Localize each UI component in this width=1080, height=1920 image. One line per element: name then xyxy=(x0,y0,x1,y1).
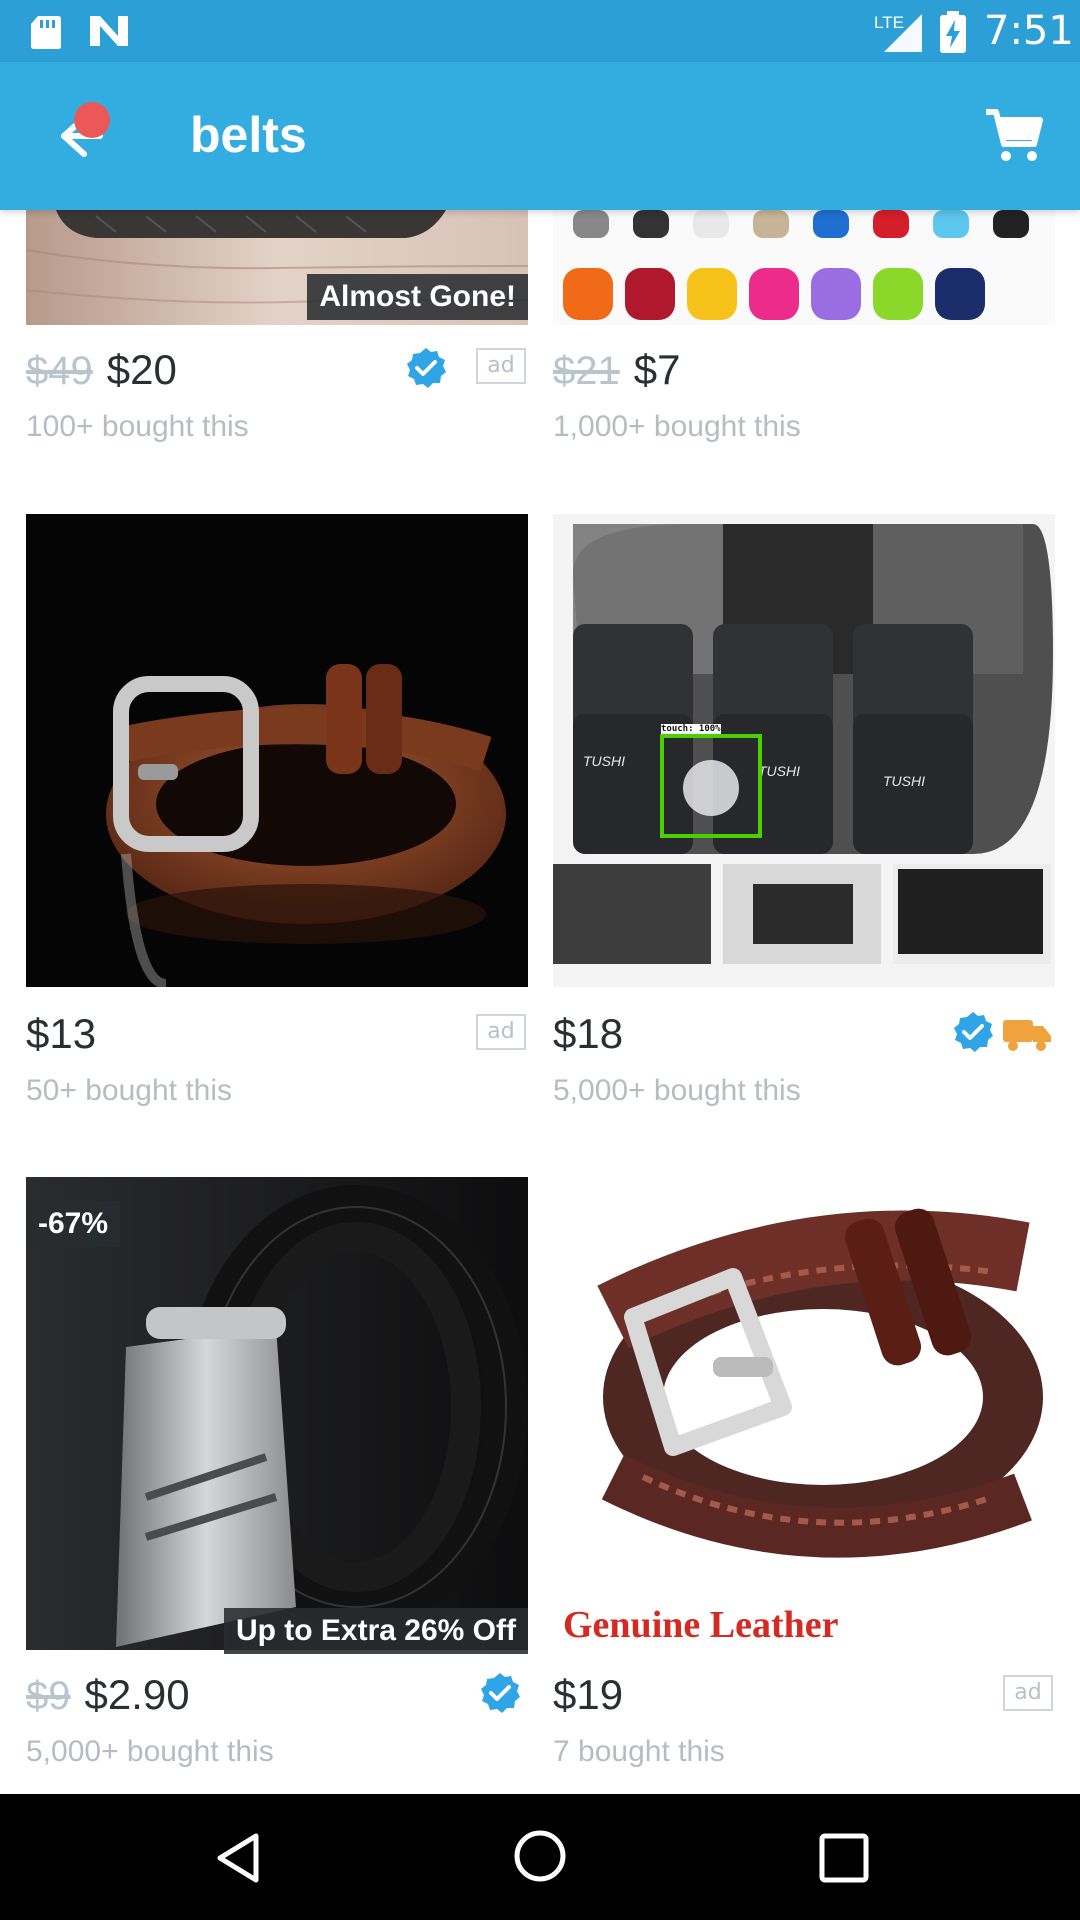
system-nav-bar xyxy=(0,1794,1080,1920)
original-price: $49 xyxy=(26,349,93,393)
price-row: $19 xyxy=(553,1671,1055,1727)
status-clock: 7:51 xyxy=(984,8,1074,54)
signal-lte-icon: LTE xyxy=(874,13,922,52)
notification-dot xyxy=(74,102,110,138)
product-image[interactable]: TUSHI TUSHI TUSHI xyxy=(553,514,1055,987)
shopping-cart-icon[interactable] xyxy=(984,106,1044,166)
product-image[interactable]: Genuine Leather xyxy=(553,1177,1055,1650)
genuine-leather-caption: Genuine Leather xyxy=(563,1604,839,1646)
ad-badge: ad xyxy=(476,1014,526,1050)
sale-price: $2.90 xyxy=(84,1671,190,1718)
price: $19 xyxy=(553,1671,624,1718)
touch-indicator-label: touch: 100% xyxy=(661,724,721,734)
product-grid[interactable]: Almost Gone! $49 $20 ad 100+ bought this xyxy=(0,210,1080,1794)
almost-gone-tag: Almost Gone! xyxy=(307,274,528,320)
nav-recents-icon[interactable] xyxy=(816,1830,872,1886)
notification-n-icon xyxy=(90,16,128,46)
original-price: $9 xyxy=(26,1674,71,1718)
nav-back-icon[interactable] xyxy=(210,1830,266,1886)
ad-badge: ad xyxy=(476,348,526,384)
bought-count: 100+ bought this xyxy=(26,410,249,443)
bought-count: 7 bought this xyxy=(553,1735,725,1768)
sale-price: $7 xyxy=(633,346,681,393)
status-bar: LTE 7:51 xyxy=(0,0,1080,62)
bought-count: 1,000+ bought this xyxy=(553,410,801,443)
discount-badge: -67% xyxy=(26,1201,121,1247)
nav-home-icon[interactable] xyxy=(512,1828,568,1884)
ad-badge: ad xyxy=(1003,1675,1053,1711)
brand-text: TUSHI xyxy=(883,773,925,789)
page-title: belts xyxy=(190,107,307,163)
battery-charging-icon xyxy=(940,11,966,53)
svg-text:LTE: LTE xyxy=(874,13,904,32)
verified-badge-icon xyxy=(407,348,446,388)
extra-off-tag: Up to Extra 26% Off xyxy=(223,1608,528,1654)
product-image[interactable] xyxy=(26,514,528,987)
sale-price: $20 xyxy=(106,346,177,393)
verified-badge-icon xyxy=(954,1012,993,1052)
verified-badge-icon xyxy=(481,1673,520,1713)
price-row: $49 $20 xyxy=(26,346,528,402)
app-bar: belts xyxy=(0,62,1080,210)
price: $13 xyxy=(26,1010,97,1057)
bought-count: 5,000+ bought this xyxy=(26,1735,274,1768)
touch-indicator-box xyxy=(660,734,762,838)
brand-text: TUSHI xyxy=(758,763,800,779)
bought-count: 5,000+ bought this xyxy=(553,1074,801,1107)
original-price: $21 xyxy=(553,349,620,393)
product-image[interactable] xyxy=(26,1177,528,1650)
bought-count: 50+ bought this xyxy=(26,1074,233,1107)
price-row: $21 $7 xyxy=(553,346,1055,402)
price-row: $13 xyxy=(26,1010,528,1066)
price: $18 xyxy=(553,1010,624,1057)
product-image[interactable] xyxy=(553,210,1055,325)
price-row: $9 $2.90 xyxy=(26,1671,528,1727)
brand-text: TUSHI xyxy=(583,753,625,769)
fast-shipping-truck-icon xyxy=(1003,1020,1051,1051)
sd-card-icon xyxy=(31,16,61,49)
